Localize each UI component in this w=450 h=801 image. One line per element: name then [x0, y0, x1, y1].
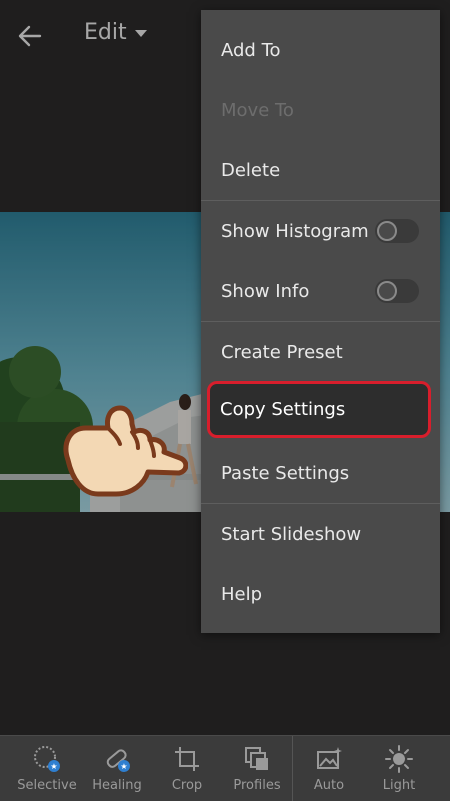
tool-auto[interactable]: Auto [294, 736, 364, 801]
show-histogram-toggle[interactable] [375, 219, 419, 243]
crop-icon [175, 747, 199, 771]
healing-icon: ★ [106, 749, 130, 772]
menu-item-delete[interactable]: Delete [201, 140, 440, 200]
tool-profiles[interactable]: Profiles [222, 736, 292, 801]
menu-item-help[interactable]: Help [201, 564, 440, 624]
menu-item-move-to: Move To [201, 80, 440, 140]
menu-item-label: Copy Settings [220, 399, 346, 420]
menu-item-show-histogram[interactable]: Show Histogram [201, 201, 440, 261]
menu-item-label: Move To [221, 99, 294, 121]
show-info-toggle[interactable] [375, 279, 419, 303]
tool-label: Healing [92, 778, 142, 793]
menu-item-label: Show Info [221, 280, 310, 302]
tool-label: Auto [313, 778, 345, 793]
menu-item-label: Paste Settings [221, 462, 350, 484]
tool-label: Crop [171, 778, 203, 793]
tool-label: Light [382, 778, 416, 793]
menu-item-label: Delete [221, 159, 281, 181]
pointing-hand-icon [58, 398, 189, 503]
menu-item-start-slideshow[interactable]: Start Slideshow [201, 504, 440, 564]
toolbar-divider [292, 736, 293, 801]
tool-light[interactable]: Light [364, 736, 434, 801]
bottom-toolbar: ★ Selective ★ Healing Crop Profiles Auto… [0, 735, 450, 801]
menu-item-label: Help [221, 583, 263, 605]
tool-selective[interactable]: ★ Selective [12, 736, 82, 801]
menu-item-label: Add To [221, 39, 281, 61]
menu-item-create-preset[interactable]: Create Preset [201, 322, 440, 382]
svg-text:★: ★ [50, 762, 57, 771]
auto-icon [317, 747, 342, 769]
tool-crop[interactable]: Crop [152, 736, 222, 801]
svg-text:★: ★ [120, 762, 127, 771]
menu-item-label: Show Histogram [221, 220, 369, 242]
menu-item-show-info[interactable]: Show Info [201, 261, 440, 321]
light-icon [385, 745, 413, 773]
profiles-icon [245, 747, 268, 770]
selective-icon: ★ [34, 746, 60, 772]
menu-item-add-to[interactable]: Add To [201, 20, 440, 80]
overflow-menu: Add To Move To Delete Show Histogram Sho… [201, 10, 440, 633]
tool-healing[interactable]: ★ Healing [82, 736, 152, 801]
menu-item-label: Create Preset [221, 341, 343, 363]
menu-item-label: Start Slideshow [221, 523, 362, 545]
tool-label: Profiles [233, 778, 281, 793]
tool-label: Selective [17, 778, 77, 793]
menu-item-paste-settings[interactable]: Paste Settings [201, 443, 440, 503]
